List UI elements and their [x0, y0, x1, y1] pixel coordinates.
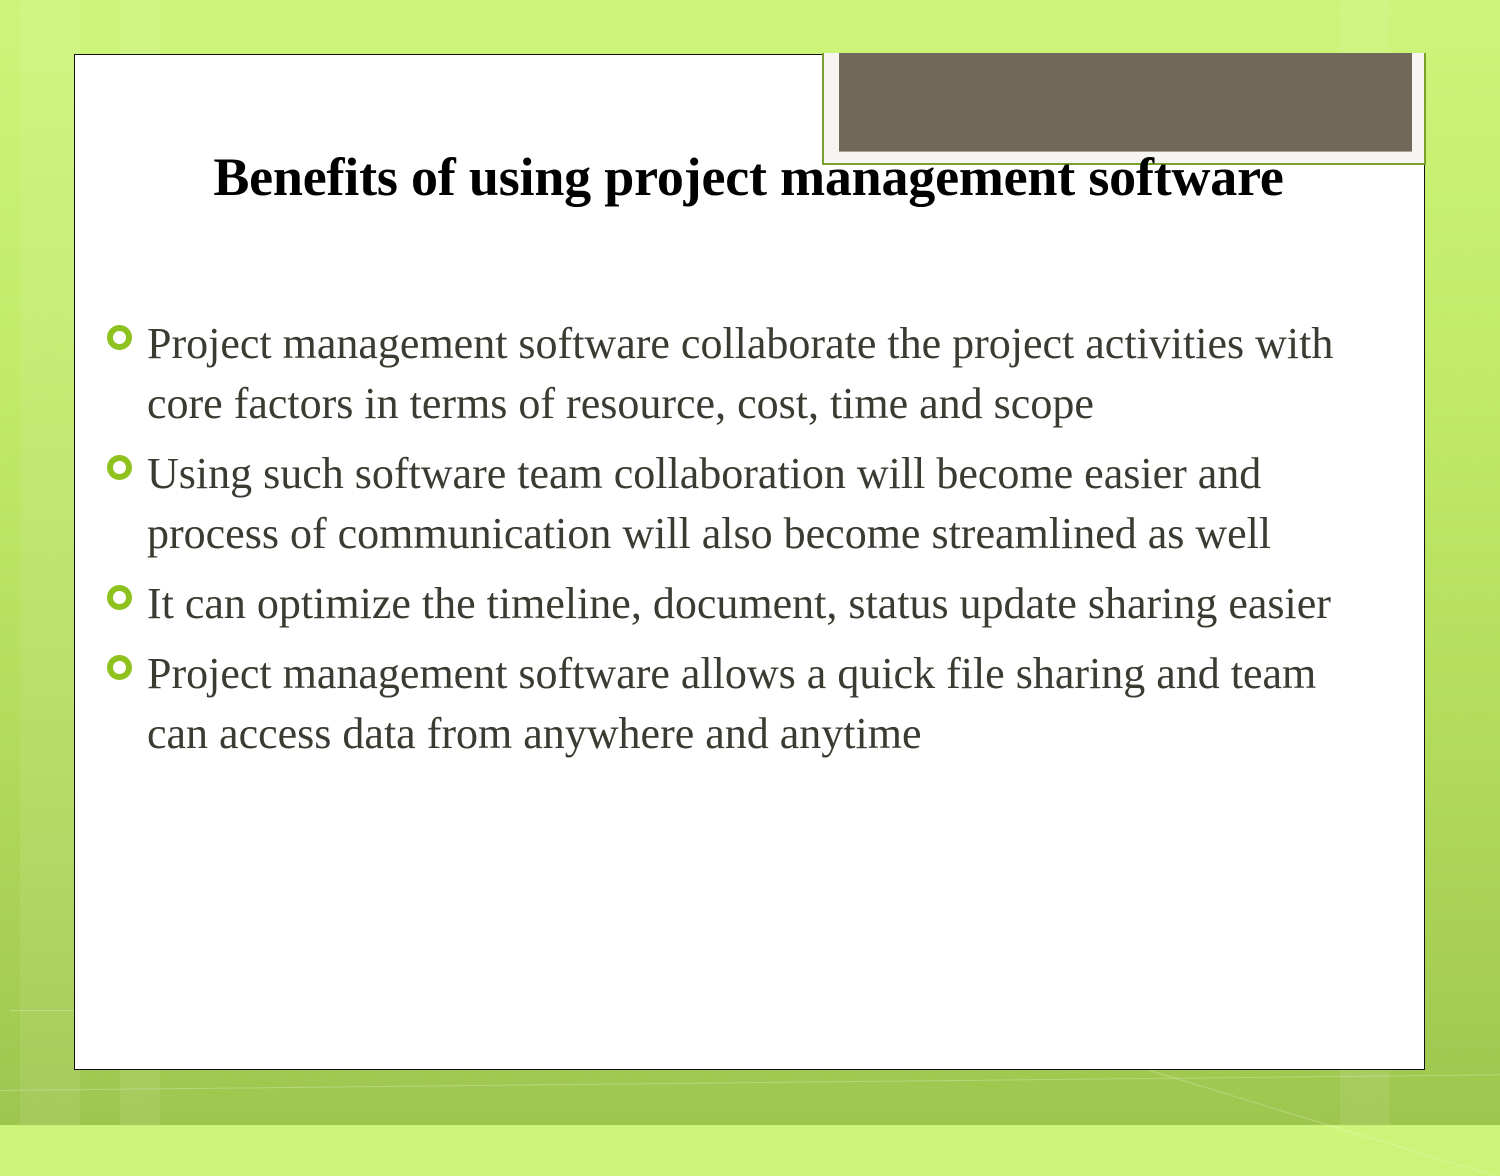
- bullet-text: Using such software team collaboration w…: [147, 449, 1272, 558]
- circle-bullet-icon: [107, 585, 132, 610]
- bullet-item: Using such software team collaboration w…: [104, 444, 1384, 564]
- circle-bullet-icon: [107, 325, 132, 350]
- title-placeholder-fill: [839, 53, 1412, 152]
- bullet-item: It can optimize the timeline, document, …: [104, 574, 1384, 634]
- bullet-text: Project management software collaborate …: [147, 319, 1334, 428]
- bullet-item: Project management software allows a qui…: [104, 644, 1384, 764]
- circle-bullet-icon: [107, 655, 132, 680]
- bullet-text: Project management software allows a qui…: [147, 649, 1317, 758]
- background-line: [1149, 1070, 1495, 1176]
- background-stripe: [20, 0, 80, 1125]
- slide-title: Benefits of using project management sof…: [213, 147, 1284, 207]
- bullet-list: Project management software collaborate …: [104, 314, 1384, 774]
- circle-bullet-icon: [107, 455, 132, 480]
- bullet-text: It can optimize the timeline, document, …: [147, 579, 1331, 628]
- bullet-item: Project management software collaborate …: [104, 314, 1384, 434]
- background-line: [0, 1074, 1500, 1091]
